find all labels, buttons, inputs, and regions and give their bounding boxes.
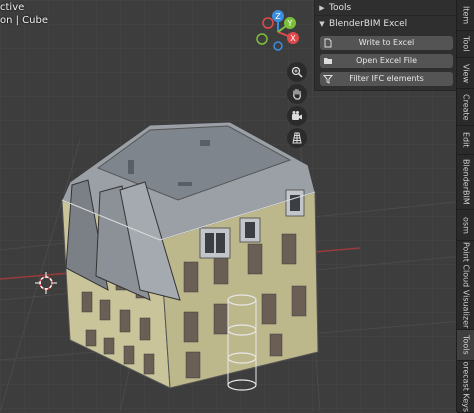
gizmo-x-label: X [290, 34, 296, 43]
gizmo-neg-x-axis[interactable] [262, 17, 274, 29]
tools-header-label: Tools [329, 2, 352, 13]
zoom-icon[interactable] [287, 62, 307, 82]
filter-ifc-elements-button[interactable]: Filter IFC elements [320, 72, 453, 86]
gizmo-neg-y-axis[interactable] [256, 33, 268, 45]
tab-osm[interactable]: osm [457, 210, 474, 241]
filter-ifc-elements-label: Filter IFC elements [349, 74, 424, 83]
write-to-excel-button[interactable]: Write to Excel [320, 36, 453, 50]
open-excel-file-button[interactable]: Open Excel File [320, 54, 453, 68]
hand-pan-icon[interactable] [287, 84, 307, 104]
tab-forecast-keys[interactable]: Forecast Keys [457, 361, 474, 413]
tab-forecast-keys-label: Forecast Keys [461, 361, 471, 412]
gizmo-neg-z-axis[interactable] [273, 41, 283, 51]
tools-panel-header[interactable]: ▶ Tools [315, 0, 456, 15]
tab-tool-label: Tool [461, 36, 471, 52]
tab-item-label: Item [461, 5, 471, 25]
gizmo-y-label: Y [287, 19, 293, 28]
collapsed-arrow-icon: ▶ [319, 3, 325, 12]
sidebar-tab-bar: Item Tool View Create Edit BlenderBIM os… [456, 0, 474, 413]
tab-point-cloud-visualizer-label: Point Cloud Visualizer [461, 241, 471, 329]
write-to-excel-label: Write to Excel [358, 38, 415, 47]
viewport-mode-text: ctive [0, 2, 25, 13]
tab-tools[interactable]: Tools [457, 330, 474, 361]
navigation-gizmo[interactable]: Z X Y [250, 6, 306, 56]
tab-create-label: Create [461, 93, 471, 121]
tab-blenderbim-label: BlenderBIM [461, 159, 471, 205]
building-model[interactable] [61, 121, 319, 391]
tab-tools-label: Tools [461, 335, 471, 355]
grid-view-icon[interactable] [287, 128, 307, 148]
tab-edit-label: Edit [461, 132, 471, 148]
tab-blenderbim[interactable]: BlenderBIM [457, 155, 474, 210]
tab-tool[interactable]: Tool [457, 31, 474, 58]
tab-edit[interactable]: Edit [457, 126, 474, 155]
tab-view[interactable]: View [457, 58, 474, 89]
blenderbim-excel-panel-header[interactable]: ▼ BlenderBIM Excel [315, 16, 456, 31]
gizmo-z-label: Z [275, 12, 281, 21]
tab-item[interactable]: Item [457, 0, 474, 31]
tab-view-label: View [461, 63, 471, 83]
camera-icon[interactable] [287, 106, 307, 126]
expanded-arrow-icon: ▼ [319, 19, 325, 28]
tab-create[interactable]: Create [457, 89, 474, 126]
open-excel-file-label: Open Excel File [355, 56, 418, 65]
tab-point-cloud-visualizer[interactable]: Point Cloud Visualizer [457, 241, 474, 330]
tab-osm-label: osm [461, 216, 471, 234]
blenderbim-header-label: BlenderBIM Excel [329, 18, 408, 29]
viewport-object-text: on | Cube [0, 15, 49, 26]
